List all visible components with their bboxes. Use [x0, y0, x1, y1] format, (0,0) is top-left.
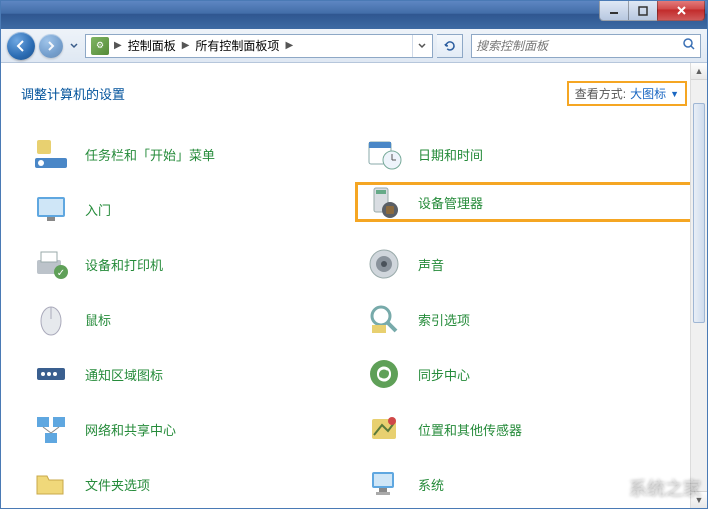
refresh-button[interactable] [437, 34, 463, 58]
navbar: ⚙ ▶ 控制面板 ▶ 所有控制面板项 ▶ [1, 29, 707, 63]
maximize-button[interactable] [628, 1, 658, 21]
chevron-down-icon [70, 43, 78, 49]
scroll-up-button[interactable]: ▲ [691, 63, 707, 80]
cp-item-taskbar[interactable]: 任务栏和「开始」菜单 [31, 134, 354, 174]
breadcrumb-item[interactable]: 所有控制面板项 [191, 37, 283, 54]
back-button[interactable] [7, 32, 35, 60]
view-by-label: 查看方式: [575, 85, 626, 102]
svg-text:✓: ✓ [57, 268, 65, 279]
cp-item-devices-printers[interactable]: ✓ 设备和打印机 [31, 244, 354, 284]
cp-item-location[interactable]: 位置和其他传感器 [364, 409, 687, 449]
arrow-right-icon [45, 40, 57, 52]
breadcrumb-arrow[interactable]: ▶ [283, 40, 295, 51]
system-icon [364, 464, 404, 504]
cp-item-label: 入门 [85, 200, 111, 219]
cp-item-sync-center[interactable]: 同步中心 [364, 354, 687, 394]
maximize-icon [638, 6, 648, 16]
view-by-selector[interactable]: 查看方式: 大图标 ▼ [567, 81, 687, 106]
cp-item-label: 声音 [418, 255, 444, 274]
minimize-icon [609, 6, 619, 16]
date-time-icon [364, 134, 404, 174]
search-input[interactable] [476, 39, 682, 53]
search-box[interactable] [471, 34, 701, 58]
notification-area-icon [31, 354, 71, 394]
breadcrumb-arrow[interactable]: ▶ [180, 40, 192, 51]
chevron-down-icon [418, 43, 426, 49]
cp-item-label: 通知区域图标 [85, 365, 163, 384]
getting-started-icon [31, 189, 71, 229]
address-dropdown[interactable] [412, 35, 430, 57]
breadcrumb-item[interactable]: 控制面板 [124, 37, 180, 54]
titlebar [1, 1, 707, 29]
cp-item-label: 位置和其他传感器 [418, 420, 522, 439]
cp-item-label: 文件夹选项 [85, 475, 150, 494]
cp-item-label: 设备管理器 [418, 193, 483, 212]
control-panel-icon: ⚙ [91, 37, 109, 55]
cp-item-label: 日期和时间 [418, 145, 483, 164]
address-bar[interactable]: ⚙ ▶ 控制面板 ▶ 所有控制面板项 ▶ [85, 34, 433, 58]
refresh-icon [443, 39, 457, 53]
chevron-down-icon: ▼ [670, 89, 679, 99]
cp-item-label: 设备和打印机 [85, 255, 163, 274]
arrow-left-icon [14, 39, 28, 53]
breadcrumb-arrow[interactable]: ▶ [112, 40, 124, 51]
cp-item-label: 任务栏和「开始」菜单 [85, 145, 215, 164]
scroll-down-button[interactable]: ▼ [691, 491, 707, 508]
cp-item-device-manager[interactable]: 设备管理器 [355, 182, 707, 222]
minimize-button[interactable] [599, 1, 629, 21]
cp-item-label: 同步中心 [418, 365, 470, 384]
scroll-thumb[interactable] [693, 103, 705, 323]
forward-button[interactable] [39, 34, 63, 58]
folder-options-icon [31, 464, 71, 504]
view-by-value: 大图标 [630, 85, 666, 102]
cp-item-sound[interactable]: 声音 [364, 244, 687, 284]
search-icon[interactable] [682, 37, 696, 54]
cp-item-label: 索引选项 [418, 310, 470, 329]
history-dropdown[interactable] [67, 32, 81, 60]
cp-item-network[interactable]: 网络和共享中心 [31, 409, 354, 449]
cp-item-mouse[interactable]: 鼠标 [31, 299, 354, 339]
cp-item-getting-started[interactable]: 入门 [31, 189, 354, 229]
mouse-icon [31, 299, 71, 339]
close-icon [676, 5, 687, 16]
cp-item-notification-area[interactable]: 通知区域图标 [31, 354, 354, 394]
cp-item-datetime[interactable]: 日期和时间 [364, 134, 687, 174]
cp-item-label: 网络和共享中心 [85, 420, 176, 439]
cp-item-system[interactable]: 系统 [364, 464, 687, 504]
close-button[interactable] [657, 1, 705, 21]
content-area: 调整计算机的设置 查看方式: 大图标 ▼ 任务栏和「开始」菜单 日期和时间 入门… [1, 63, 707, 508]
device-manager-icon [364, 182, 404, 222]
cp-item-label: 系统 [418, 475, 444, 494]
devices-printers-icon: ✓ [31, 244, 71, 284]
cp-item-folder-options[interactable]: 文件夹选项 [31, 464, 354, 504]
location-sensors-icon [364, 409, 404, 449]
indexing-icon [364, 299, 404, 339]
taskbar-icon [31, 134, 71, 174]
content-header: 调整计算机的设置 查看方式: 大图标 ▼ [21, 81, 687, 106]
cp-item-indexing[interactable]: 索引选项 [364, 299, 687, 339]
network-icon [31, 409, 71, 449]
sync-center-icon [364, 354, 404, 394]
sound-icon [364, 244, 404, 284]
cp-item-label: 鼠标 [85, 310, 111, 329]
vertical-scrollbar[interactable]: ▲ ▼ [690, 63, 707, 508]
window-buttons [600, 1, 705, 21]
page-title: 调整计算机的设置 [21, 84, 125, 103]
items-grid: 任务栏和「开始」菜单 日期和时间 入门 设备管理器 ✓ 设备和打印机 声音 鼠标 [21, 134, 687, 504]
